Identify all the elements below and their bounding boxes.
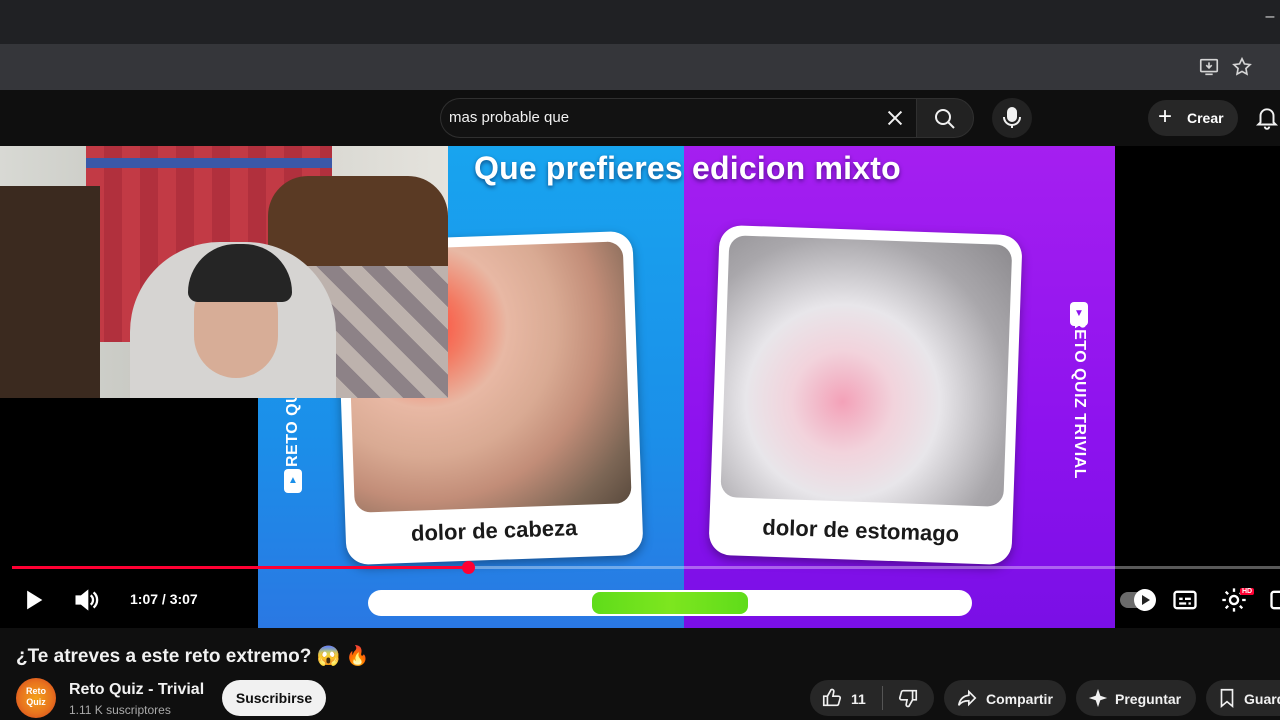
channel-subscriber-count: 1.11 K suscriptores	[69, 703, 171, 717]
subtitles-button[interactable]	[1171, 586, 1199, 614]
volume-icon	[75, 589, 99, 611]
bookmark-icon	[1220, 688, 1234, 709]
share-icon	[957, 689, 977, 707]
browser-title-bar: –	[0, 0, 1280, 44]
channel-avatar[interactable]: Reto Quiz	[16, 678, 56, 718]
save-label: Guardar	[1244, 691, 1280, 707]
close-icon[interactable]	[884, 107, 906, 129]
hd-badge: HD	[1240, 588, 1255, 595]
like-dislike-group: 11	[810, 680, 934, 716]
microphone-icon	[1003, 107, 1021, 128]
plus-icon: +	[1158, 103, 1173, 130]
option-label-left: dolor de cabeza	[410, 515, 578, 546]
arrow-down-icon: ▼	[1070, 302, 1088, 326]
install-app-icon[interactable]	[1198, 56, 1220, 78]
ask-label: Preguntar	[1115, 691, 1182, 707]
channel-name[interactable]: Reto Quiz - Trivial	[69, 681, 204, 699]
sparkle-icon	[1088, 688, 1108, 708]
like-count: 11	[851, 691, 866, 707]
minimize-button[interactable]: –	[1260, 8, 1280, 28]
create-label: Crear	[1187, 110, 1224, 126]
autoplay-toggle[interactable]	[1120, 589, 1156, 611]
youtube-header: mas probable que + Crear	[0, 90, 1280, 146]
search-input[interactable]: mas probable que	[440, 98, 916, 138]
webcam-overlay	[0, 146, 448, 398]
share-label: Compartir	[986, 691, 1053, 707]
arrow-up-icon: ▲	[284, 469, 302, 493]
voice-search-button[interactable]	[992, 98, 1032, 138]
save-button[interactable]: Guardar	[1206, 680, 1280, 716]
video-title: ¿Te atreves a este reto extremo? 😱 🔥	[16, 646, 370, 667]
time-display: 1:07 / 3:07	[130, 591, 198, 607]
frame-title: Que prefieres edicion mixto	[474, 150, 901, 186]
side-label-right: RETO QUIZ TRIVIAL	[1071, 317, 1088, 479]
subtitles-icon	[1173, 590, 1197, 610]
search-icon	[935, 109, 955, 129]
volume-button[interactable]	[72, 586, 100, 614]
browser-address-bar	[0, 44, 1280, 90]
seek-bar-played	[12, 566, 469, 569]
video-player[interactable]: Que prefieres edicion mixto RETO QUIZ TR…	[0, 146, 1280, 628]
seek-bar[interactable]	[12, 561, 1280, 574]
play-icon	[27, 590, 43, 610]
thumbs-down-icon	[898, 689, 918, 708]
subscribe-button[interactable]: Suscribirse	[222, 680, 326, 716]
countdown-timer-bar	[368, 590, 972, 616]
stomachache-photo	[720, 235, 1013, 507]
search-query-text[interactable]: mas probable que	[449, 109, 569, 126]
create-button[interactable]: + Crear	[1148, 100, 1238, 136]
play-button[interactable]	[19, 586, 47, 614]
option-card-right: dolor de estomago	[708, 224, 1023, 566]
bell-icon[interactable]	[1254, 105, 1280, 131]
miniplayer-button[interactable]	[1268, 586, 1280, 614]
share-button[interactable]: Compartir	[944, 680, 1066, 716]
option-label-right: dolor de estomago	[761, 514, 960, 547]
thumbs-up-icon	[822, 688, 842, 707]
dresser	[0, 186, 100, 398]
star-icon[interactable]	[1231, 56, 1253, 78]
ask-button[interactable]: Preguntar	[1076, 680, 1196, 716]
miniplayer-icon	[1270, 590, 1280, 610]
countdown-timer-fill	[592, 592, 748, 614]
search-button[interactable]	[916, 98, 974, 138]
